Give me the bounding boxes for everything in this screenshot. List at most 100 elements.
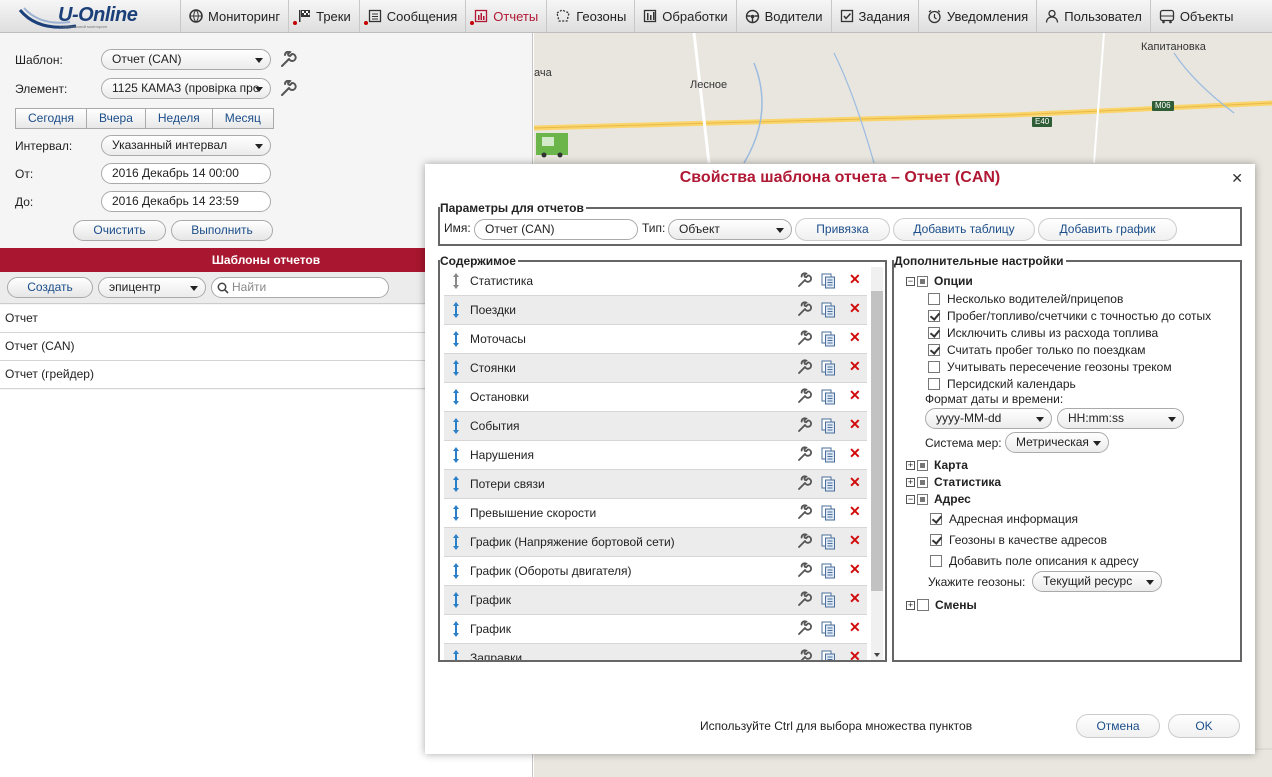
scroll-down-icon[interactable]: [871, 650, 883, 660]
delete-icon[interactable]: ✕: [849, 590, 861, 607]
period-month[interactable]: Месяц: [213, 109, 273, 128]
copy-icon[interactable]: [821, 331, 836, 347]
option-checkbox[interactable]: [928, 361, 940, 373]
template-select[interactable]: Отчет (CAN): [101, 49, 271, 70]
content-row[interactable]: График ✕: [444, 615, 867, 644]
scroll-thumb[interactable]: [871, 291, 883, 591]
nav-notifications[interactable]: Уведомления: [917, 0, 1036, 32]
move-arrows-icon[interactable]: [452, 620, 460, 638]
expand-icon[interactable]: +: [906, 477, 915, 487]
delete-icon[interactable]: ✕: [849, 503, 861, 520]
tree-node-options[interactable]: − Опции: [906, 274, 973, 288]
content-row[interactable]: Заправки ✕: [444, 644, 867, 660]
move-arrows-icon[interactable]: [452, 446, 460, 464]
wrench-icon[interactable]: [796, 388, 813, 405]
option-checkbox[interactable]: [928, 327, 940, 339]
add-chart-button[interactable]: Добавить график: [1038, 218, 1177, 241]
wrench-icon[interactable]: [796, 620, 813, 637]
type-select[interactable]: Объект: [668, 219, 792, 240]
move-arrows-icon[interactable]: [452, 562, 460, 580]
move-arrows-icon[interactable]: [452, 272, 460, 290]
wrench-icon[interactable]: [279, 79, 297, 98]
content-row[interactable]: Поездки ✕: [444, 296, 867, 325]
content-row[interactable]: Стоянки ✕: [444, 354, 867, 383]
copy-icon[interactable]: [821, 418, 836, 434]
wrench-icon[interactable]: [796, 446, 813, 463]
wrench-icon[interactable]: [796, 359, 813, 376]
copy-icon[interactable]: [821, 621, 836, 637]
period-today[interactable]: Сегодня: [16, 109, 87, 128]
delete-icon[interactable]: ✕: [849, 445, 861, 462]
tree-node-map[interactable]: + Карта: [906, 458, 968, 472]
copy-icon[interactable]: [821, 650, 836, 660]
cancel-button[interactable]: Отмена: [1076, 714, 1160, 738]
delete-icon[interactable]: ✕: [849, 648, 861, 660]
move-arrows-icon[interactable]: [452, 330, 460, 348]
tree-node-address[interactable]: − Адрес: [906, 492, 971, 506]
options-group-checkbox[interactable]: [917, 275, 928, 287]
move-arrows-icon[interactable]: [452, 649, 460, 660]
element-select[interactable]: 1125 КАМАЗ (провірка про: [101, 78, 271, 99]
content-list[interactable]: Статистика ✕ Поездки ✕ Моточасы ✕ Стоянки ✕ Оста…: [444, 267, 867, 660]
content-row[interactable]: График (Напряжение бортовой сети) ✕: [444, 528, 867, 557]
date-format-select[interactable]: yyyy-MM-dd: [925, 408, 1052, 429]
collapse-icon[interactable]: −: [906, 494, 915, 504]
create-template-button[interactable]: Создать: [7, 277, 93, 298]
clear-button[interactable]: Очистить: [73, 220, 166, 241]
bind-button[interactable]: Привязка: [795, 218, 890, 241]
app-logo[interactable]: U-Online Супутниковий моніторинг: [18, 2, 168, 30]
nav-geofences[interactable]: Геозоны: [546, 0, 634, 32]
shifts-checkbox[interactable]: [917, 599, 929, 611]
option-checkbox[interactable]: [930, 534, 942, 546]
move-arrows-icon[interactable]: [452, 417, 460, 435]
wrench-icon[interactable]: [796, 562, 813, 579]
period-week[interactable]: Неделя: [146, 109, 213, 128]
option-item[interactable]: Геозоны в качестве адресов: [930, 533, 1107, 547]
interval-select[interactable]: Указанный интервал: [101, 135, 271, 156]
tree-node-shifts[interactable]: + Смены: [906, 598, 977, 612]
option-checkbox[interactable]: [928, 378, 940, 390]
option-checkbox[interactable]: [928, 293, 940, 305]
copy-icon[interactable]: [821, 273, 836, 289]
wrench-icon[interactable]: [279, 50, 297, 69]
move-arrows-icon[interactable]: [452, 533, 460, 551]
move-arrows-icon[interactable]: [452, 475, 460, 493]
wrench-icon[interactable]: [796, 301, 813, 318]
option-checkbox[interactable]: [930, 513, 942, 525]
delete-icon[interactable]: ✕: [849, 329, 861, 346]
option-item[interactable]: Добавить поле описания к адресу: [930, 554, 1139, 568]
time-format-select[interactable]: HH:mm:ss: [1057, 408, 1184, 429]
option-item[interactable]: Считать пробег только по поездкам: [928, 343, 1146, 357]
delete-icon[interactable]: ✕: [849, 561, 861, 578]
copy-icon[interactable]: [821, 447, 836, 463]
nav-tasks[interactable]: Задания: [830, 0, 918, 32]
wrench-icon[interactable]: [796, 649, 813, 660]
template-search-input[interactable]: Найти: [211, 277, 389, 298]
option-item[interactable]: Пробег/топливо/счетчики с точностью до с…: [928, 309, 1211, 323]
template-name-input[interactable]: Отчет (CAN): [474, 219, 638, 240]
wrench-icon[interactable]: [796, 475, 813, 492]
content-row[interactable]: График (Обороты двигателя) ✕: [444, 557, 867, 586]
period-yesterday[interactable]: Вчера: [87, 109, 146, 128]
delete-icon[interactable]: ✕: [849, 532, 861, 549]
content-row[interactable]: Остановки ✕: [444, 383, 867, 412]
nav-processing[interactable]: Обработки: [634, 0, 735, 32]
content-scrollbar[interactable]: [871, 267, 883, 660]
content-row[interactable]: График ✕: [444, 586, 867, 615]
delete-icon[interactable]: ✕: [849, 474, 861, 491]
collapse-icon[interactable]: −: [906, 276, 915, 286]
nav-users[interactable]: Пользовател: [1036, 0, 1150, 32]
move-arrows-icon[interactable]: [452, 359, 460, 377]
ok-button[interactable]: OK: [1168, 714, 1240, 738]
content-row[interactable]: Потери связи ✕: [444, 470, 867, 499]
add-table-button[interactable]: Добавить таблицу: [893, 218, 1035, 241]
copy-icon[interactable]: [821, 360, 836, 376]
copy-icon[interactable]: [821, 476, 836, 492]
copy-icon[interactable]: [821, 505, 836, 521]
copy-icon[interactable]: [821, 563, 836, 579]
copy-icon[interactable]: [821, 389, 836, 405]
wrench-icon[interactable]: [796, 504, 813, 521]
option-item[interactable]: Исключить сливы из расхода топлива: [928, 326, 1158, 340]
wrench-icon[interactable]: [796, 417, 813, 434]
expand-icon[interactable]: +: [906, 460, 915, 470]
